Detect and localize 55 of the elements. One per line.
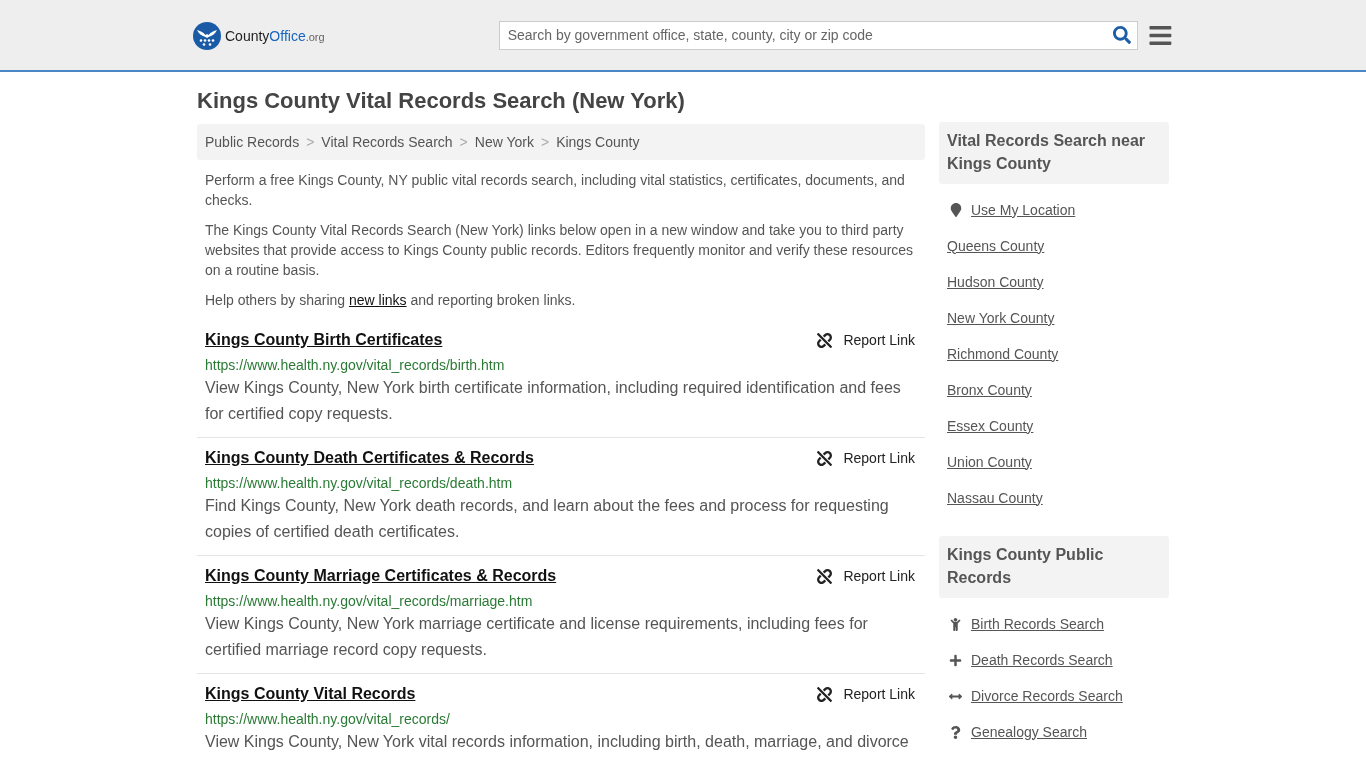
record-url: https://www.health.ny.gov/vital_records/birth.htm: [205, 356, 506, 375]
sidebar-link[interactable]: Union County: [947, 451, 1032, 473]
record-description: View Kings County, New York marriage certificate and license requirements, including fees for certified marriage record copy requests.: [205, 614, 869, 660]
broken-link-icon: [817, 686, 833, 702]
breadcrumb-separator: >: [540, 132, 550, 152]
record-title-link[interactable]: Kings County Vital Records: [205, 683, 416, 705]
record-url: https://www.health.ny.gov/vital_records/: [205, 710, 451, 729]
record-url: https://www.health.ny.gov/vital_records/marriage.htm: [205, 592, 534, 611]
breadcrumb-link[interactable]: Public Records: [205, 131, 300, 153]
sidebar-link[interactable]: Richmond County: [947, 343, 1059, 365]
breadcrumb-separator: >: [459, 132, 468, 152]
sidebar-link[interactable]: Essex County: [947, 415, 1034, 437]
sidebar-link[interactable]: New York County: [947, 307, 1055, 329]
page-title: Kings County Vital Records Search (New York): [197, 87, 686, 115]
record-description: Find Kings County, New York death records, and learn about the fees and process for requesting copies of certified death certificates.: [205, 496, 890, 542]
new-links-link[interactable]: new links: [348, 292, 407, 308]
share-note-text: Help others by sharing new links and reporting broken links.: [205, 291, 577, 310]
child-figure-icon: [949, 617, 962, 631]
breadcrumb-link[interactable]: New York: [474, 131, 534, 153]
record-title-link[interactable]: Kings County Marriage Certificates & Records: [205, 565, 557, 587]
plus-icon: [949, 653, 962, 667]
broken-link-icon: [817, 568, 833, 584]
sidebar-link[interactable]: Bronx County: [947, 379, 1032, 401]
search-field[interactable]: Search by government office, state, county, city or zip code: [498, 20, 1139, 50]
record-title-link[interactable]: Kings County Birth Certificates: [205, 329, 443, 351]
broken-link-icon: [817, 332, 833, 348]
report-link-button[interactable]: Report Link: [817, 683, 917, 705]
sidebar-heading: Vital Records Search near Kings County: [939, 122, 1169, 184]
location-pin-icon: [950, 203, 962, 217]
sidebar-heading: Kings County Public Records: [939, 536, 1169, 598]
breadcrumb-link[interactable]: Kings County: [556, 131, 640, 153]
report-link-button[interactable]: Report Link: [817, 447, 917, 469]
sidebar-link[interactable]: Birth Records Search: [971, 613, 1105, 635]
intro-paragraph: Perform a free Kings County, NY public vital records search, including vital statistics, certificates, documents, and checks.: [205, 171, 906, 210]
sidebar-link[interactable]: Genealogy Search: [971, 721, 1087, 743]
report-link-button[interactable]: Report Link: [817, 565, 917, 587]
breadcrumb-separator: >: [306, 132, 315, 152]
broken-link-icon: [817, 450, 833, 466]
eagle-emblem-icon: [193, 21, 221, 50]
question-mark-icon: [949, 725, 962, 739]
intro-paragraph: The Kings County Vital Records Search (New York) links below open in a new window and take you to third party websites that provide access to Kings County public records. Editors frequently monitor and verify these resources on a routine basis.: [205, 221, 915, 280]
record-description: View Kings County, New York vital records information, including birth, death, marriage, and divorce: [205, 732, 910, 752]
sidebar-link[interactable]: Queens County: [947, 235, 1045, 257]
report-link-button[interactable]: Report Link: [817, 329, 917, 351]
record-url: https://www.health.ny.gov/vital_records/death.htm: [205, 474, 514, 493]
sidebar-link[interactable]: Death Records Search: [971, 649, 1113, 671]
sidebar-link[interactable]: Hudson County: [947, 271, 1044, 293]
record-title-link[interactable]: Kings County Death Certificates & Records: [205, 447, 534, 469]
search-icon[interactable]: [1113, 25, 1132, 44]
site-logo-text[interactable]: CountyOffice.org: [225, 28, 325, 43]
sidebar-link[interactable]: Use My Location: [971, 199, 1076, 221]
sidebar-link[interactable]: Divorce Records Search: [971, 685, 1123, 707]
breadcrumb-link[interactable]: Vital Records Search: [321, 131, 453, 153]
sidebar-link[interactable]: Nassau County: [947, 487, 1043, 509]
record-description: View Kings County, New York birth certificate information, including required identification and fees for certified copy requests.: [205, 378, 902, 424]
